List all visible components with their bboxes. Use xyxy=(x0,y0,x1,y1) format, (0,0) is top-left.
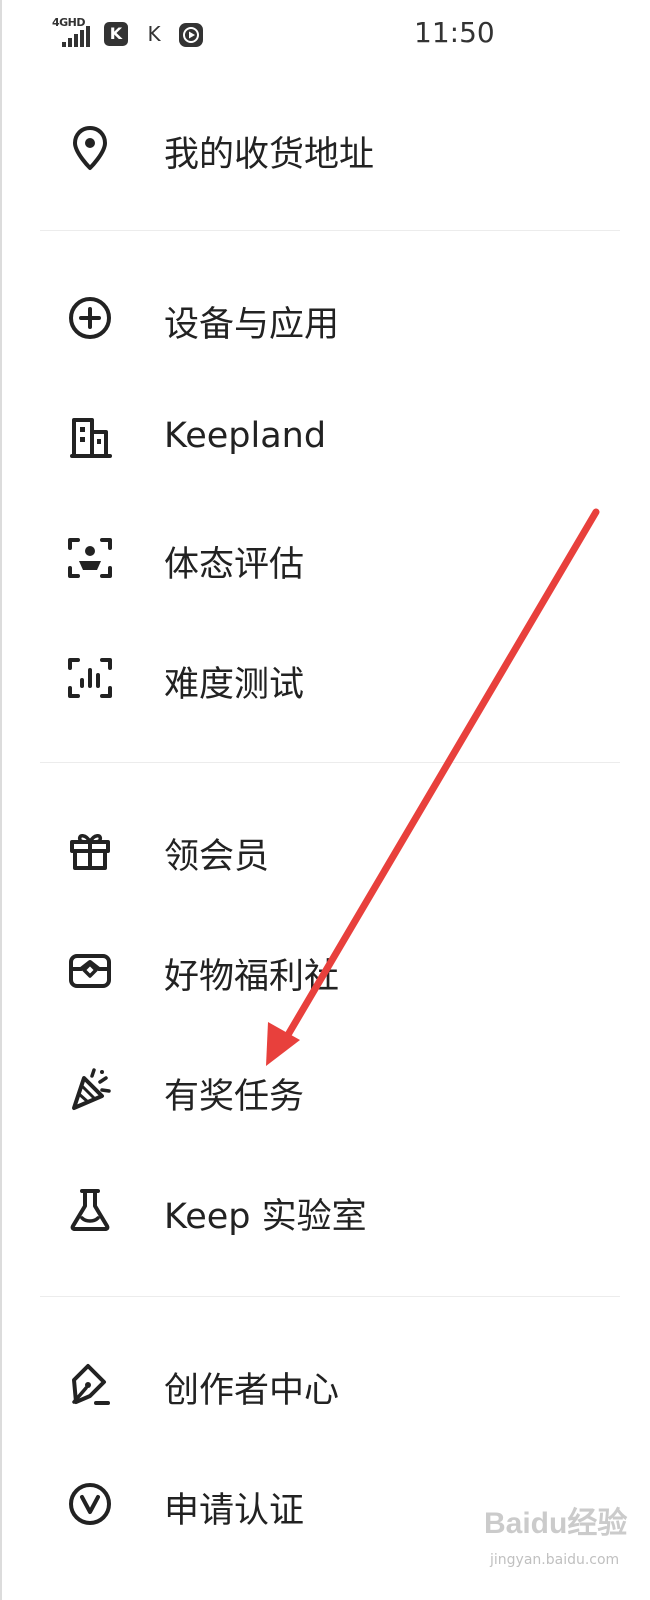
menu-item-membership[interactable]: 领会员 xyxy=(0,790,650,910)
watermark-brand: Baidu经验 xyxy=(484,1507,628,1540)
menu-label: 设备与应用 xyxy=(164,305,340,345)
play-app-icon xyxy=(179,23,203,47)
menu-label: 体态评估 xyxy=(164,545,305,585)
menu-item-difficulty-test[interactable]: 难度测试 xyxy=(0,618,650,738)
clock-time: 11:50 xyxy=(414,16,495,49)
body-scan-icon xyxy=(62,530,118,586)
menu-item-keepland[interactable]: Keepland xyxy=(0,378,650,498)
watermark-url: jingyan.baidu.com xyxy=(490,1552,620,1568)
menu-item-devices-apps[interactable]: 设备与应用 xyxy=(0,258,650,378)
menu-item-address[interactable]: 我的收货地址 xyxy=(0,88,650,208)
verified-v-icon xyxy=(62,1476,118,1532)
divider xyxy=(40,230,620,231)
party-popper-icon xyxy=(62,1062,118,1118)
location-pin-icon xyxy=(62,120,118,176)
menu-item-reward-tasks[interactable]: 有奖任务 xyxy=(0,1030,650,1150)
menu-label: Keepland xyxy=(164,416,327,456)
divider xyxy=(40,762,620,763)
status-bar: 4GHD K K 11:50 xyxy=(0,0,650,72)
flask-icon xyxy=(62,1182,118,1238)
divider xyxy=(40,1296,620,1297)
pen-edit-icon xyxy=(62,1356,118,1412)
menu-label: 难度测试 xyxy=(164,665,305,705)
shop-box-icon xyxy=(62,942,118,998)
k-app-icon: K xyxy=(147,22,161,46)
baidu-watermark: Baidu经验 jingyan.baidu.com xyxy=(484,1498,634,1588)
menu-label: 领会员 xyxy=(164,837,270,877)
menu-label: 申请认证 xyxy=(164,1491,305,1531)
signal-icon xyxy=(62,26,90,47)
level-test-icon xyxy=(62,650,118,706)
menu-label: 有奖任务 xyxy=(164,1077,305,1117)
add-circle-icon xyxy=(62,290,118,346)
menu-label: Keep 实验室 xyxy=(164,1197,367,1237)
menu-label: 创作者中心 xyxy=(164,1371,340,1411)
menu-item-goods-welfare[interactable]: 好物福利社 xyxy=(0,910,650,1030)
menu-label: 好物福利社 xyxy=(164,957,340,997)
menu-item-keep-lab[interactable]: Keep 实验室 xyxy=(0,1150,650,1270)
menu-item-posture-assessment[interactable]: 体态评估 xyxy=(0,498,650,618)
menu-label: 我的收货地址 xyxy=(164,135,375,175)
menu-item-creator-center[interactable]: 创作者中心 xyxy=(0,1324,650,1444)
keep-app-icon: K xyxy=(104,22,128,46)
building-icon xyxy=(62,410,118,466)
gift-icon xyxy=(62,822,118,878)
